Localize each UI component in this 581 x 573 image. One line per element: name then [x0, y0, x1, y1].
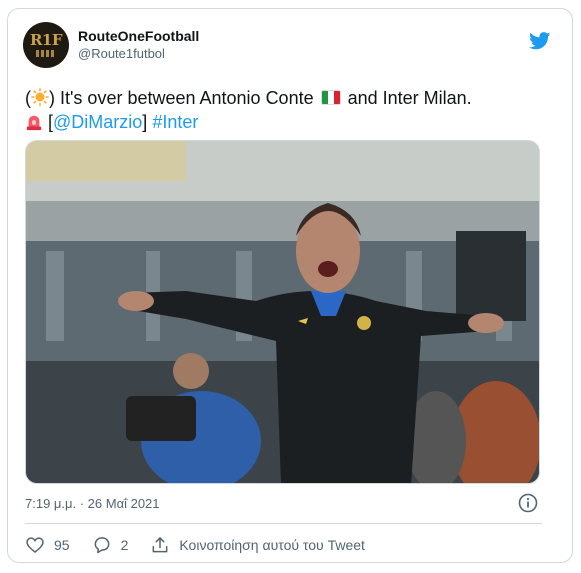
hashtag-link[interactable]: #Inter: [152, 112, 198, 132]
divider: [25, 523, 542, 524]
tweet-text-part: and Inter Milan.: [342, 88, 472, 108]
tweet-text-part: [: [43, 112, 54, 132]
tweet-text: ( ) It's over between Antonio Conte and …: [25, 86, 555, 134]
info-icon[interactable]: [518, 493, 538, 513]
reply-icon: [94, 537, 109, 554]
tweet-header: R1F RouteOneFootball @Route1futbol: [23, 22, 551, 70]
tweet-timestamp[interactable]: 7:19 μ.μ. · 26 Μαΐ 2021: [25, 495, 160, 513]
mention-link[interactable]: @DiMarzio: [53, 112, 142, 132]
tweet-actions: 95 2 Κοινοποίηση αυτού του Tweet: [25, 534, 387, 556]
author-handle[interactable]: @Route1futbol: [78, 45, 199, 63]
twitter-bird-icon[interactable]: [529, 32, 551, 50]
reply-count: 2: [120, 537, 129, 553]
share-icon: [152, 537, 168, 553]
share-label: Κοινοποίηση αυτού του Tweet: [179, 537, 365, 553]
reply-button[interactable]: 2: [92, 535, 129, 555]
tweet-photo[interactable]: [25, 140, 540, 484]
author-names[interactable]: RouteOneFootball @Route1futbol: [78, 27, 199, 63]
siren-emoji-icon: [26, 115, 42, 131]
sun-emoji-icon: [31, 88, 49, 106]
avatar-pattern: [36, 50, 56, 57]
like-count: 95: [54, 537, 70, 553]
photo-scene: [26, 141, 539, 483]
tweet-text-part: ]: [142, 112, 153, 132]
italy-flag-icon: [320, 90, 341, 105]
avatar[interactable]: R1F: [23, 22, 69, 68]
avatar-logo-text: R1F: [29, 31, 63, 49]
tweet-text-part: ) It's over between Antonio Conte: [49, 88, 319, 108]
tweet-card[interactable]: R1F RouteOneFootball @Route1futbol ( ) I…: [7, 8, 573, 563]
author-display-name[interactable]: RouteOneFootball: [78, 27, 199, 45]
share-button[interactable]: Κοινοποίηση αυτού του Tweet: [150, 535, 365, 555]
heart-icon: [26, 537, 44, 554]
like-button[interactable]: 95: [25, 535, 70, 555]
